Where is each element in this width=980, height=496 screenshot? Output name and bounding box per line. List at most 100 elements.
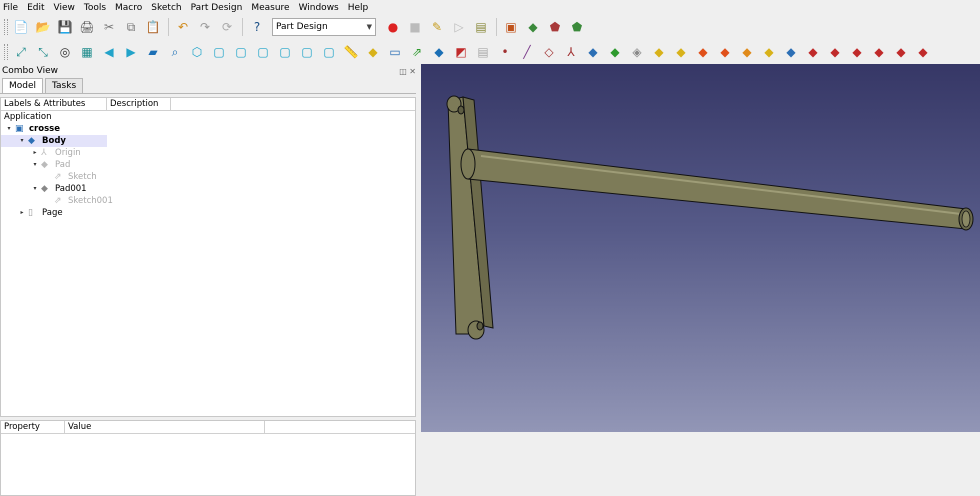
draw-style-icon[interactable]: ◎ — [56, 43, 74, 61]
hole-icon[interactable]: ◆ — [760, 43, 778, 61]
new-icon[interactable]: 📄 — [12, 18, 30, 36]
datum-point-icon[interactable]: • — [496, 43, 514, 61]
pipe-icon[interactable]: ◆ — [672, 43, 690, 61]
chamfer-icon[interactable]: ◆ — [804, 43, 822, 61]
sketch-icon[interactable]: ⇗ — [408, 43, 426, 61]
tree-item-pad[interactable]: ▾ ◆ Pad — [1, 159, 107, 171]
paste-icon[interactable]: 📋 — [144, 18, 162, 36]
record-macro-icon[interactable]: ● — [384, 18, 402, 36]
tree-item-crosse[interactable]: ▾ ▣ crosse — [1, 123, 107, 135]
boolean-icon[interactable]: ◆ — [914, 43, 932, 61]
panel-controls[interactable]: ◫ ✕ — [399, 67, 416, 76]
toolbar-handle[interactable] — [4, 44, 8, 60]
labels-column-header[interactable]: Labels & Attributes — [1, 98, 107, 110]
part-icon[interactable]: ▣ — [502, 18, 520, 36]
expand-arrow-icon[interactable]: ▸ — [18, 207, 26, 219]
menu-macro[interactable]: Macro — [115, 3, 142, 13]
tab-tasks[interactable]: Tasks — [45, 78, 84, 93]
shape-binder-icon[interactable]: ▤ — [474, 43, 492, 61]
folder-icon[interactable]: ▭ — [386, 43, 404, 61]
tree-item-sketch001[interactable]: ⇗ Sketch001 — [1, 195, 113, 207]
menu-file[interactable]: File — [3, 3, 18, 13]
macros-icon[interactable]: ▤ — [472, 18, 490, 36]
copy-icon[interactable]: ⧉ — [122, 18, 140, 36]
vertical-arm[interactable] — [446, 95, 494, 340]
whats-this-icon[interactable]: ? — [248, 18, 266, 36]
tree-item-pad001[interactable]: ▾ ◆ Pad001 — [1, 183, 107, 195]
sync-view-icon[interactable]: ⌕ — [166, 43, 184, 61]
datum-plane-icon[interactable]: ◇ — [540, 43, 558, 61]
model-tree[interactable]: Labels & Attributes Description Applicat… — [0, 97, 416, 417]
print-icon[interactable]: 🖨 — [78, 18, 96, 36]
tree-item-page[interactable]: ▸ ▯ Page — [1, 207, 107, 219]
lcs-icon[interactable]: ⅄ — [562, 43, 580, 61]
expand-arrow-icon[interactable]: ▾ — [18, 135, 26, 147]
body-icon[interactable]: ◆ — [364, 43, 382, 61]
menu-part-design[interactable]: Part Design — [191, 3, 243, 13]
datum-line-icon[interactable]: ╱ — [518, 43, 536, 61]
run-macro-icon[interactable]: ▷ — [450, 18, 468, 36]
horizontal-shaft[interactable] — [460, 148, 974, 231]
property-column-header[interactable]: Property — [1, 421, 65, 433]
menu-measure[interactable]: Measure — [251, 3, 289, 13]
link-sub-icon[interactable]: ⬟ — [568, 18, 586, 36]
front-icon[interactable]: ▢ — [210, 43, 228, 61]
group-icon[interactable]: ◆ — [524, 18, 542, 36]
tree-item-sketch[interactable]: ⇗ Sketch — [1, 171, 107, 183]
expand-arrow-icon[interactable]: ▾ — [5, 123, 13, 135]
pocket-icon[interactable]: ◆ — [606, 43, 624, 61]
tab-model[interactable]: Model — [2, 78, 44, 93]
loft-icon[interactable]: ◆ — [650, 43, 668, 61]
pattern-icon[interactable]: ◆ — [892, 43, 910, 61]
mirror-icon[interactable]: ◆ — [870, 43, 888, 61]
bottom-icon[interactable]: ▢ — [298, 43, 316, 61]
3d-scene[interactable] — [421, 64, 980, 432]
menu-sketch[interactable]: Sketch — [151, 3, 181, 13]
save-icon[interactable]: 💾 — [56, 18, 74, 36]
tree-item-body[interactable]: ▾ ◆ Body — [1, 135, 107, 147]
groove-icon[interactable]: ◆ — [738, 43, 756, 61]
menu-help[interactable]: Help — [348, 3, 369, 13]
link-icon[interactable]: ⬟ — [546, 18, 564, 36]
tree-item-origin[interactable]: ▸ ⅄ Origin — [1, 147, 107, 159]
undo-icon[interactable]: ↶ — [174, 18, 192, 36]
expand-arrow-icon[interactable]: ▾ — [31, 183, 39, 195]
fit-all-icon[interactable]: ⤢ — [12, 43, 30, 61]
measure-icon[interactable]: 📏 — [342, 43, 360, 61]
additive-box-icon[interactable]: ◆ — [694, 43, 712, 61]
revolution-icon[interactable]: ◈ — [628, 43, 646, 61]
workbench-selector[interactable]: Part Design ▼ — [272, 18, 376, 36]
menu-tools[interactable]: Tools — [84, 3, 106, 13]
new-body-icon[interactable]: ◆ — [430, 43, 448, 61]
fit-selection-icon[interactable]: ⤡ — [34, 43, 52, 61]
thickness-icon[interactable]: ◆ — [848, 43, 866, 61]
pad-icon[interactable]: ◆ — [584, 43, 602, 61]
stop-macro-icon[interactable]: ■ — [406, 18, 424, 36]
cut-icon[interactable]: ✂ — [100, 18, 118, 36]
draft-icon[interactable]: ◆ — [826, 43, 844, 61]
3d-viewport[interactable] — [421, 64, 980, 432]
bounding-box-icon[interactable]: ▦ — [78, 43, 96, 61]
toolbar-handle[interactable] — [4, 19, 8, 35]
redo-icon[interactable]: ↷ — [196, 18, 214, 36]
back-icon[interactable]: ◀ — [100, 43, 118, 61]
top-icon[interactable]: ▢ — [232, 43, 250, 61]
expand-arrow-icon[interactable]: ▸ — [31, 147, 39, 159]
rear-icon[interactable]: ▢ — [276, 43, 294, 61]
clone-icon[interactable]: ◩ — [452, 43, 470, 61]
menu-view[interactable]: View — [54, 3, 75, 13]
forward-icon[interactable]: ▶ — [122, 43, 140, 61]
edit-macro-icon[interactable]: ✎ — [428, 18, 446, 36]
left-icon[interactable]: ▢ — [320, 43, 338, 61]
fillet-icon[interactable]: ◆ — [782, 43, 800, 61]
subtractive-box-icon[interactable]: ◆ — [716, 43, 734, 61]
value-column-header[interactable]: Value — [65, 421, 265, 433]
workbench-icon[interactable]: ▰ — [144, 43, 162, 61]
description-column-header[interactable]: Description — [107, 98, 171, 110]
expand-arrow-icon[interactable]: ▾ — [31, 159, 39, 171]
menu-windows[interactable]: Windows — [299, 3, 339, 13]
open-icon[interactable]: 📂 — [34, 18, 52, 36]
isometric-icon[interactable]: ⬡ — [188, 43, 206, 61]
menu-edit[interactable]: Edit — [27, 3, 44, 13]
refresh-icon[interactable]: ⟳ — [218, 18, 236, 36]
